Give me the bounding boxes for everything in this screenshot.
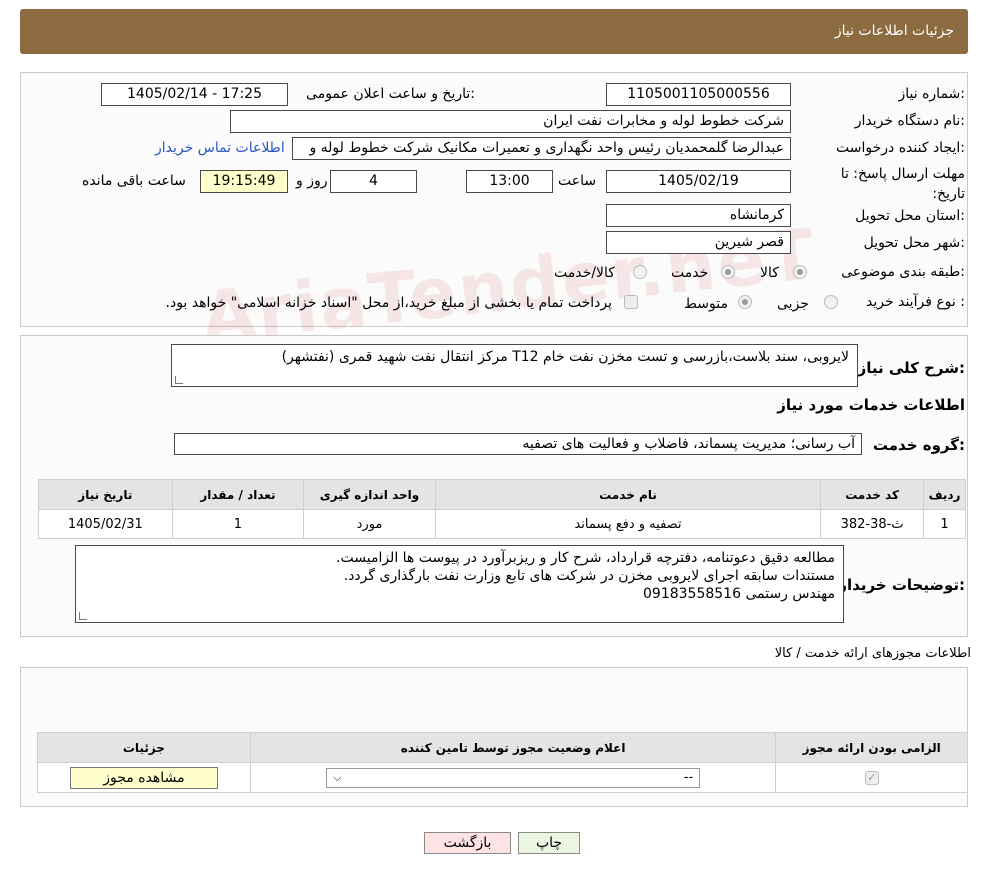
province-label: استان محل تحویل:: [855, 208, 965, 224]
category-radio-goods-service[interactable]: [633, 265, 647, 279]
remaining-label: ساعت باقی مانده: [82, 173, 186, 189]
buyer-notes-label: توضیحات خریدار:: [838, 576, 965, 594]
category-option-goods: کالا: [760, 265, 779, 281]
page-header: جزئیات اطلاعات نیاز: [20, 9, 968, 54]
days-label: روز و: [296, 173, 328, 189]
remaining-time-field: 19:15:49: [200, 170, 288, 193]
days-field: 4: [330, 170, 417, 193]
col-row: ردیف: [923, 479, 966, 510]
services-table-header: ردیف کد خدمت نام خدمت واحد اندازه گیری ت…: [38, 479, 966, 510]
license-status-select[interactable]: ⌵ --: [326, 767, 701, 788]
col-license-details: جزئیات: [37, 732, 251, 763]
chevron-down-icon: ⌵: [333, 770, 342, 784]
service-group-field: آب رسانی؛ مدیریت پسماند، فاضلاب و فعالیت…: [174, 433, 862, 455]
treasury-checkbox[interactable]: [624, 295, 638, 309]
cell-license-details: مشاهده مجوز: [37, 762, 251, 793]
summary-label: شرح کلی نیاز:: [857, 359, 965, 377]
process-radio-medium[interactable]: [738, 295, 752, 309]
resize-handle-icon[interactable]: [175, 376, 183, 384]
cell-license-status: ⌵ --: [249, 762, 777, 793]
deadline-date-field: 1405/02/19: [606, 170, 791, 193]
buyer-note-line: مهندس رستمی 09183558516: [643, 586, 835, 602]
col-quantity: تعداد / مقدار: [171, 479, 305, 510]
category-radio-service[interactable]: [721, 265, 735, 279]
buyer-notes-textarea: مطالعه دقیق دعوتنامه، دفترچه قرارداد، شر…: [75, 545, 844, 623]
buyer-org-field: شرکت خطوط لوله و مخابرات نفت ایران: [230, 110, 791, 133]
process-radio-minor[interactable]: [824, 295, 838, 309]
buyer-note-line: مستندات سابقه اجرای لایروبی مخزن در شرکت…: [343, 568, 835, 584]
summary-textarea: لایروبی، سند بلاست،بازرسی و تست مخزن نفت…: [171, 344, 858, 387]
col-need-date: تاریخ نیاز: [38, 479, 173, 510]
col-license-status: اعلام وضعیت مجوز توسط تامین کننده: [249, 732, 777, 763]
category-option-goods-service: کالا/خدمت: [554, 265, 615, 281]
category-radio-goods[interactable]: [793, 265, 807, 279]
creator-field: عبدالرضا گلمحمدیان رئیس واحد نگهداری و ت…: [292, 137, 791, 160]
buyer-org-label: نام دستگاه خریدار:: [854, 113, 965, 129]
buyer-note-line: مطالعه دقیق دعوتنامه، دفترچه قرارداد، شر…: [336, 550, 835, 566]
view-license-button[interactable]: مشاهده مجوز: [69, 766, 218, 789]
contact-info-link[interactable]: اطلاعات تماس خریدار: [155, 140, 285, 156]
col-license-required: الزامی بودن ارائه مجوز: [775, 732, 968, 763]
page-title: جزئیات اطلاعات نیاز: [834, 23, 954, 39]
service-group-label: گروه خدمت:: [872, 436, 965, 454]
col-service-code: کد خدمت: [820, 479, 924, 510]
print-button[interactable]: چاپ: [518, 832, 580, 854]
category-option-service: خدمت: [671, 265, 709, 281]
cell-unit: مورد: [303, 509, 436, 539]
table-row: ✓ ⌵ -- مشاهده مجوز: [37, 762, 968, 793]
announce-field: 1405/02/14 - 17:25: [101, 83, 288, 106]
resize-handle-icon[interactable]: [79, 612, 87, 620]
cell-license-required: ✓: [775, 762, 968, 793]
cell-service-name: تصفیه و دفع پسماند: [434, 509, 822, 539]
cell-quantity: 1: [171, 509, 305, 539]
creator-label: ایجاد کننده درخواست:: [836, 140, 965, 156]
cell-service-code: ث-38-382: [820, 509, 924, 539]
province-field: کرمانشاه: [606, 204, 791, 227]
cell-row: 1: [923, 509, 966, 539]
cell-need-date: 1405/02/31: [38, 509, 173, 539]
licenses-table: الزامی بودن ارائه مجوز اعلام وضعیت مجوز …: [37, 732, 968, 793]
licenses-title: اطلاعات مجوزهای ارائه خدمت / کالا: [774, 646, 971, 661]
announce-label: تاریخ و ساعت اعلان عمومی:: [306, 86, 475, 102]
need-number-label: شماره نیاز:: [898, 86, 965, 102]
col-service-name: نام خدمت: [434, 479, 822, 510]
col-unit: واحد اندازه گیری: [303, 479, 436, 510]
process-option-medium: متوسط: [684, 296, 728, 312]
city-label: شهر محل تحویل:: [863, 235, 965, 251]
back-button[interactable]: بازگشت: [424, 832, 511, 854]
process-option-minor: جزیی: [777, 296, 809, 312]
category-label: طبقه بندی موضوعی:: [841, 264, 965, 280]
services-table: ردیف کد خدمت نام خدمت واحد اندازه گیری ت…: [38, 479, 966, 539]
licenses-table-header: الزامی بودن ارائه مجوز اعلام وضعیت مجوز …: [37, 732, 968, 763]
deadline-label: مهلت ارسال پاسخ: تا تاریخ:: [840, 166, 965, 202]
deadline-time-field: 13:00: [466, 170, 553, 193]
need-number-field: 1105001105000556: [606, 83, 791, 106]
summary-text: لایروبی، سند بلاست،بازرسی و تست مخزن نفت…: [281, 349, 849, 365]
payment-note: پرداخت تمام یا بخشی از مبلغ خرید،از محل …: [165, 295, 612, 311]
services-title: اطلاعات خدمات مورد نیاز: [777, 396, 965, 414]
license-required-checkbox[interactable]: ✓: [864, 770, 879, 785]
process-label: نوع فرآیند خرید :: [866, 294, 965, 310]
license-status-value: --: [683, 769, 694, 785]
deadline-time-label: ساعت: [558, 173, 597, 189]
city-field: قصر شیرین: [606, 231, 791, 254]
table-row: 1 ث-38-382 تصفیه و دفع پسماند مورد 1 140…: [38, 509, 966, 539]
